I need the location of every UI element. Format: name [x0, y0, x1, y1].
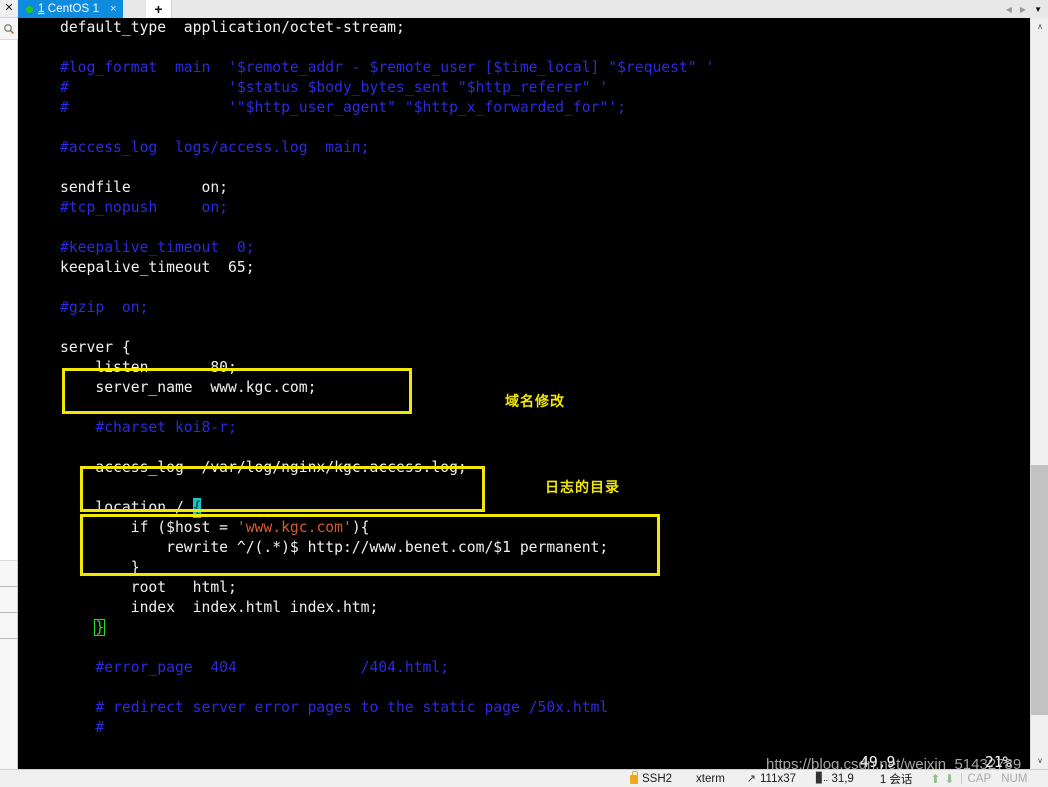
- highlight-box: [80, 514, 660, 576]
- status-terminal-type[interactable]: xterm: [696, 773, 725, 785]
- terminal-span: root html;: [60, 579, 237, 596]
- scrollbar-track[interactable]: [1031, 35, 1048, 752]
- status-sessions[interactable]: 1 会话: [880, 771, 913, 787]
- terminal-line: # '"$http_user_agent" "$http_x_forwarded…: [60, 98, 626, 118]
- terminal-span: sendfile on;: [60, 179, 229, 196]
- tab-title: CentOS 1: [47, 3, 100, 15]
- tab-index: 1: [38, 3, 45, 15]
- sidebar-panel[interactable]: [0, 613, 17, 639]
- terminal-viewport[interactable]: default_type application/octet-stream; #l…: [18, 18, 1030, 769]
- terminal-line: root html;: [60, 578, 237, 598]
- tab-label: 1 CentOS 1: [38, 3, 99, 15]
- terminal-span: #access_log logs/access.log main;: [60, 139, 370, 156]
- sidebar-collapsed-panels: [0, 560, 17, 639]
- annotation-label: 日志的目录: [545, 480, 620, 496]
- left-sidebar: ✕: [0, 0, 18, 787]
- terminal-line: sendfile on;: [60, 178, 228, 198]
- status-cursor-position[interactable]: ▊․․ 31,9: [816, 773, 854, 785]
- terminal-line: #tcp_nopush on;: [60, 198, 228, 218]
- status-dimensions-label: 111x37: [760, 772, 797, 785]
- terminal-span: # '$status $body_bytes_sent "$http_refer…: [60, 79, 609, 96]
- cursor-icon: ▊․․: [816, 773, 828, 784]
- search-icon[interactable]: [0, 18, 18, 40]
- scroll-up-icon[interactable]: ∧: [1031, 18, 1048, 35]
- sidebar-session-list[interactable]: [0, 40, 17, 560]
- terminal-span: #gzip on;: [60, 299, 149, 316]
- terminal-span: index index.html index.htm;: [60, 599, 379, 616]
- status-protocol-label: SSH2: [642, 772, 673, 785]
- terminal-line: }: [60, 618, 106, 638]
- application-window: ✕ 1 CentOS 1 × + ◀ ▶ ▼ default_type appl…: [0, 0, 1048, 787]
- terminal-span: default_type application/octet-stream;: [60, 19, 405, 36]
- terminal-span: #error_page 404 /404.html;: [60, 659, 450, 676]
- tab-next-icon[interactable]: ▶: [1020, 5, 1026, 14]
- terminal-line: server {: [60, 338, 131, 358]
- tab-navigation: ◀ ▶ ▼: [1006, 0, 1044, 18]
- terminal-line: #gzip on;: [60, 298, 148, 318]
- terminal-span: # '"$http_user_agent" "$http_x_forwarded…: [60, 99, 626, 116]
- tab-bar: 1 CentOS 1 × + ◀ ▶ ▼: [18, 0, 1048, 18]
- download-icon: ⬇: [944, 771, 955, 786]
- terminal-span: [60, 619, 95, 636]
- sidebar-filler: [0, 639, 17, 787]
- terminal-line: # '$status $body_bytes_sent "$http_refer…: [60, 78, 608, 98]
- terminal-span: #log_format main '$remote_addr - $remote…: [60, 59, 715, 76]
- status-dimensions[interactable]: ↗ 111x37: [746, 772, 797, 786]
- terminal-span: #: [60, 719, 105, 736]
- annotation-label: 域名修改: [505, 394, 565, 410]
- terminal-line: #access_log logs/access.log main;: [60, 138, 370, 158]
- upload-icon: ⬆: [930, 771, 941, 786]
- lock-icon: [630, 771, 638, 784]
- chevron-down-icon[interactable]: ▼: [1034, 5, 1042, 14]
- terminal-span: # redirect server error pages to the sta…: [60, 699, 609, 716]
- status-divider: [960, 773, 962, 784]
- terminal-line: #log_format main '$remote_addr - $remote…: [60, 58, 714, 78]
- scrollbar-thumb[interactable]: [1031, 465, 1048, 715]
- status-protocol[interactable]: SSH2: [630, 771, 673, 785]
- close-icon[interactable]: ×: [110, 3, 116, 15]
- terminal-line: #: [60, 718, 104, 738]
- terminal-span: #keepalive_timeout 0;: [60, 239, 255, 256]
- terminal-line: #keepalive_timeout 0;: [60, 238, 255, 258]
- sidebar-panel[interactable]: [0, 587, 17, 613]
- tab-centos-1[interactable]: 1 CentOS 1 ×: [18, 0, 123, 18]
- terminal-line: #error_page 404 /404.html;: [60, 658, 449, 678]
- terminal-line: keepalive_timeout 65;: [60, 258, 255, 278]
- new-tab-button[interactable]: +: [146, 0, 172, 18]
- terminal-line: # redirect server error pages to the sta…: [60, 698, 608, 718]
- sidebar-panel[interactable]: [0, 561, 17, 587]
- terminal-span: server {: [60, 339, 131, 356]
- terminal-span: #charset koi8-r;: [60, 419, 237, 436]
- terminal-line: index index.html index.htm;: [60, 598, 379, 618]
- tab-prev-icon[interactable]: ◀: [1006, 5, 1012, 14]
- terminal-span: }: [94, 619, 106, 636]
- terminal-line: default_type application/octet-stream;: [60, 18, 405, 38]
- status-cursor-label: 31,9: [831, 772, 854, 785]
- vertical-scrollbar[interactable]: ∧ ∨: [1030, 18, 1048, 769]
- scroll-down-icon[interactable]: ∨: [1031, 752, 1048, 769]
- highlight-box: [62, 368, 412, 414]
- terminal-span: #tcp_nopush on;: [60, 199, 229, 216]
- status-num-lock: NUM: [1001, 772, 1028, 785]
- resize-icon: ↗: [746, 773, 757, 785]
- sidebar-close-icon[interactable]: ✕: [0, 0, 18, 18]
- terminal-line: #charset koi8-r;: [60, 418, 237, 438]
- status-caps-lock: CAP: [967, 772, 992, 785]
- status-bar: SSH2 xterm ↗ 111x37 ▊․․ 31,9 1 会话 ⬆ ⬇ CA…: [0, 769, 1048, 787]
- transfer-indicators: ⬆ ⬇: [930, 772, 954, 786]
- terminal-span: keepalive_timeout 65;: [60, 259, 255, 276]
- connection-status-dot: [26, 5, 33, 13]
- highlight-box: [80, 466, 485, 512]
